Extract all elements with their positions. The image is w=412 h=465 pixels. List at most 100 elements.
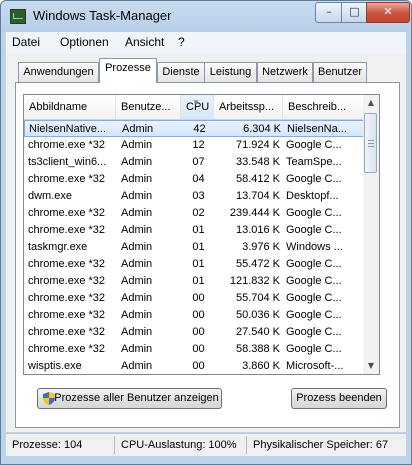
cell-memory: 58.388 K — [235, 343, 280, 355]
status-process-count: Prozesse: 104 — [12, 439, 83, 451]
cell-cpu: 02 — [192, 207, 205, 219]
cell-image-name: chrome.exe *32 — [28, 139, 106, 151]
table-row[interactable]: chrome.exe *32 Admin 12 71.924 K Google C... — [24, 137, 364, 154]
cell-image-name: NielsenNative... — [29, 123, 107, 135]
table-row[interactable]: chrome.exe *32 Admin 04 58.412 K Google C... — [24, 171, 364, 188]
cell-user: Admin — [121, 292, 153, 304]
cell-cpu: 12 — [192, 139, 205, 151]
cell-description: Google C... — [286, 207, 342, 219]
column-header-image-name[interactable]: Abbildname — [24, 95, 116, 119]
table-row[interactable]: taskmgr.exe Admin 01 3.976 K Windows ... — [24, 239, 364, 256]
column-header-cpu[interactable]: ▼ CPU — [181, 95, 214, 119]
tab-anwendungen[interactable]: Anwendungen — [18, 62, 99, 82]
table-row[interactable]: chrome.exe *32 Admin 00 50.036 K Google C... — [24, 307, 364, 324]
cell-image-name: wisptis.exe — [28, 360, 82, 372]
tab-dienste[interactable]: Dienste — [157, 62, 205, 82]
table-row[interactable]: chrome.exe *32 Admin 00 58.388 K Google C... — [24, 341, 364, 358]
cell-image-name: chrome.exe *32 — [28, 275, 106, 287]
task-manager-icon — [10, 9, 26, 24]
cell-description: Desktopf... — [286, 190, 339, 202]
column-header-memory[interactable]: Arbeitssp... — [214, 95, 283, 119]
menu-datei[interactable]: Datei — [12, 35, 40, 49]
table-row[interactable]: dwm.exe Admin 03 13.704 K Desktopf... — [24, 188, 364, 205]
table-row[interactable]: chrome.exe *32 Admin 00 27.540 K Google C... — [24, 324, 364, 341]
cell-description: Microsoft-... — [286, 360, 344, 372]
scroll-up-icon[interactable]: ▲ — [363, 95, 379, 111]
cell-cpu: 03 — [192, 190, 205, 202]
uac-shield-icon — [43, 392, 55, 405]
scroll-down-icon[interactable]: ▼ — [363, 358, 379, 374]
cell-description: Windows ... — [286, 241, 343, 253]
cell-cpu: 42 — [193, 123, 206, 135]
table-row[interactable]: ts3client_win6... Admin 07 33.548 K TeamSpe.… — [24, 154, 364, 171]
cell-image-name: chrome.exe *32 — [28, 258, 106, 270]
menu-ansicht[interactable]: Ansicht — [125, 35, 164, 49]
cell-description: NielsenNa... — [287, 123, 347, 135]
cell-image-name: ts3client_win6... — [28, 156, 107, 168]
cell-image-name: taskmgr.exe — [28, 241, 88, 253]
table-row[interactable]: chrome.exe *32 Admin 02 239.444 K Google C..… — [24, 205, 364, 222]
scrollbar-thumb[interactable] — [364, 113, 377, 173]
column-header-description[interactable]: Beschreib... — [283, 95, 364, 119]
cell-memory: 6.304 K — [243, 123, 281, 135]
process-list[interactable]: Abbildname Benutze... ▼ CPU Arbeitssp...… — [23, 94, 365, 375]
cell-user: Admin — [121, 360, 153, 372]
show-all-processes-button[interactable]: Prozesse aller Benutzer anzeigen — [37, 388, 222, 409]
status-physical-memory: Physikalischer Speicher: 67 — [253, 439, 389, 451]
title-bar[interactable]: Windows Task-Manager – □ ✕ — [1, 1, 411, 31]
tab-prozesse[interactable]: Prozesse — [99, 58, 157, 83]
table-row[interactable]: wisptis.exe Admin 00 3.860 K Microsoft-... — [24, 358, 364, 374]
thumb-grip — [368, 143, 374, 144]
cell-cpu: 01 — [192, 241, 205, 253]
table-row[interactable]: chrome.exe *32 Admin 01 13.016 K Google C... — [24, 222, 364, 239]
cell-image-name: chrome.exe *32 — [28, 207, 106, 219]
cell-description: TeamSpe... — [286, 156, 342, 168]
cell-memory: 55.704 K — [235, 292, 280, 304]
tab-leistung[interactable]: Leistung — [204, 62, 257, 82]
close-button[interactable]: ✕ — [366, 2, 410, 23]
status-separator — [246, 436, 247, 454]
menu-optionen[interactable]: Optionen — [60, 35, 109, 49]
cell-description: Google C... — [286, 258, 342, 270]
cell-cpu: 00 — [192, 360, 205, 372]
cell-memory: 27.540 K — [235, 326, 280, 338]
cell-image-name: chrome.exe *32 — [28, 224, 106, 236]
cell-user: Admin — [121, 241, 153, 253]
tab-netzwerk[interactable]: Netzwerk — [257, 62, 313, 82]
cell-memory: 13.016 K — [235, 224, 280, 236]
cell-user: Admin — [121, 173, 153, 185]
end-process-button[interactable]: Prozess beenden — [291, 388, 387, 409]
status-bar: Prozesse: 104 CPU-Auslastung: 100% Physi… — [6, 433, 406, 456]
cell-image-name: chrome.exe *32 — [28, 326, 106, 338]
cell-memory: 33.548 K — [235, 156, 280, 168]
cell-memory: 239.444 K — [229, 207, 280, 219]
cell-description: Google C... — [286, 275, 342, 287]
cell-user: Admin — [121, 326, 153, 338]
cell-cpu: 07 — [192, 156, 205, 168]
cell-image-name: chrome.exe *32 — [28, 343, 106, 355]
cell-memory: 55.472 K — [235, 258, 280, 270]
cell-memory: 71.924 K — [235, 139, 280, 151]
cell-cpu: 01 — [192, 258, 205, 270]
cell-description: Google C... — [286, 292, 342, 304]
cell-user: Admin — [121, 224, 153, 236]
table-row[interactable]: chrome.exe *32 Admin 00 55.704 K Google C... — [24, 290, 364, 307]
table-row[interactable]: NielsenNative... Admin 42 6.304 K NielsenNa.… — [24, 120, 364, 137]
tab-benutzer[interactable]: Benutzer — [313, 62, 367, 82]
cell-description: Google C... — [286, 326, 342, 338]
minimize-button[interactable]: – — [315, 2, 343, 23]
cell-image-name: chrome.exe *32 — [28, 309, 106, 321]
vertical-scrollbar[interactable]: ▲ ▼ — [363, 94, 380, 375]
table-row[interactable]: chrome.exe *32 Admin 01 55.472 K Google C... — [24, 256, 364, 273]
maximize-button[interactable]: □ — [341, 2, 368, 23]
window-title: Windows Task-Manager — [33, 8, 172, 23]
cell-user: Admin — [121, 275, 153, 287]
table-row[interactable]: chrome.exe *32 Admin 01 121.832 K Google C..… — [24, 273, 364, 290]
menu-help[interactable]: ? — [178, 35, 185, 49]
cell-cpu: 00 — [192, 326, 205, 338]
cell-cpu: 01 — [192, 275, 205, 287]
column-header-user[interactable]: Benutze... — [116, 95, 181, 119]
cell-cpu: 01 — [192, 224, 205, 236]
cell-cpu: 00 — [192, 343, 205, 355]
thumb-grip — [368, 146, 374, 147]
